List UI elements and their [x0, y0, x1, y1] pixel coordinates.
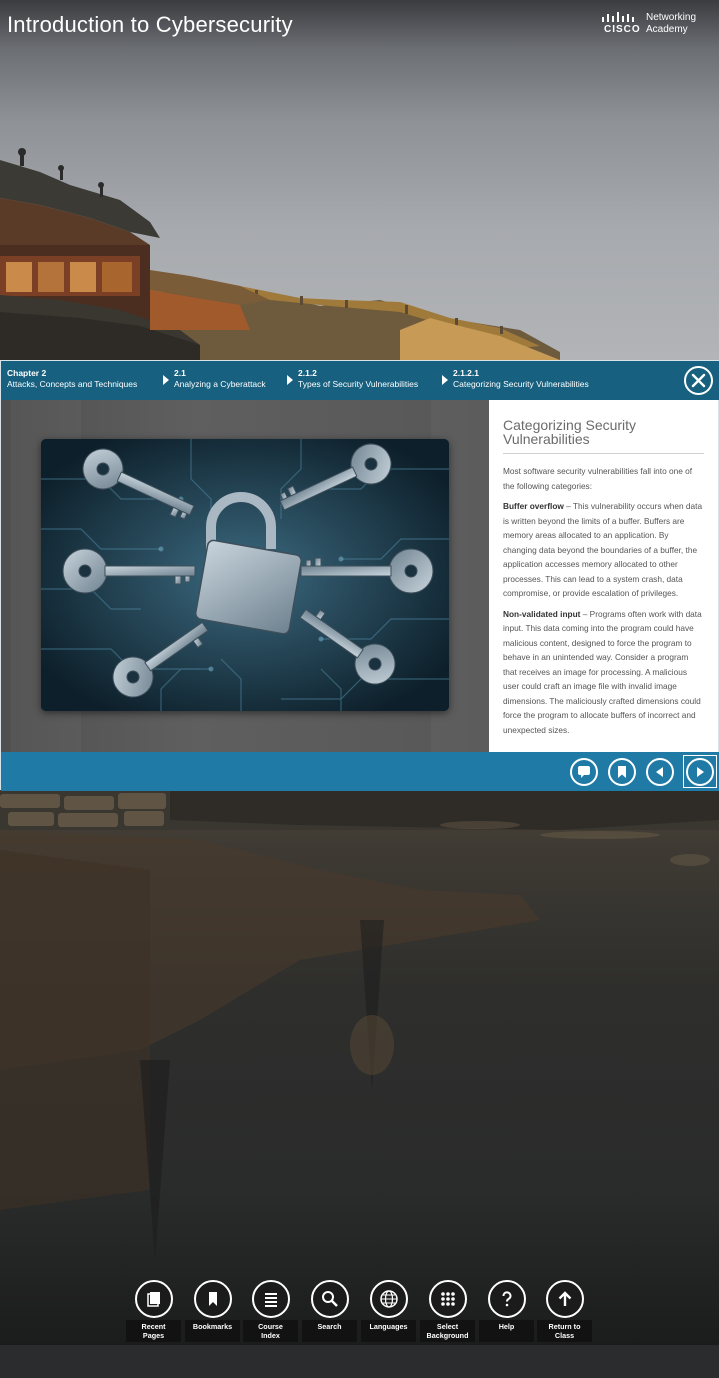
lesson-title: Categorizing Security Vulnerabilities — [503, 417, 637, 447]
comment-button[interactable] — [570, 758, 598, 786]
bookmark-icon — [618, 766, 626, 778]
breadcrumb-label: Analyzing a Cyberattack — [174, 379, 266, 389]
comment-icon — [578, 766, 590, 778]
next-page-button[interactable] — [686, 758, 714, 786]
course-toolbar: Recent Pages Bookmarks Course Index Sear… — [126, 1278, 596, 1342]
padlock-illustration — [41, 439, 449, 711]
breadcrumb-label: Categorizing Security Vulnerabilities — [453, 379, 589, 389]
academy-line-1: Networking — [646, 12, 697, 23]
breadcrumb-number: 2.1.2.1 — [453, 368, 479, 378]
lesson-viewer: Chapter 2 Attacks, Concepts and Techniqu… — [0, 360, 719, 791]
recent-pages-icon — [135, 1280, 173, 1318]
cisco-networking-academy-logo[interactable]: CISCO Networking Academy — [600, 11, 710, 39]
search-button[interactable]: Search — [302, 1278, 357, 1342]
cisco-wordmark: CISCO — [604, 24, 641, 35]
course-index-icon — [252, 1280, 290, 1318]
breadcrumb-label: Types of Security Vulnerabilities — [298, 379, 419, 389]
moat-reflection-scene — [0, 790, 719, 1260]
bookmark-button[interactable] — [608, 758, 636, 786]
lesson-item-term: Buffer overflow — [503, 501, 564, 511]
academy-line-2: Academy — [646, 24, 688, 35]
previous-page-button[interactable] — [646, 758, 674, 786]
course-title: Introduction to Cybersecurity — [7, 12, 293, 37]
media-pane — [1, 400, 489, 752]
footer-strip — [0, 1345, 719, 1378]
help-button[interactable]: Help — [479, 1278, 534, 1342]
tool-label: Return to Class — [537, 1320, 592, 1342]
breadcrumb: Chapter 2 Attacks, Concepts and Techniqu… — [1, 361, 719, 400]
breadcrumb-number: 2.1 — [174, 368, 186, 378]
breadcrumb-arrow-icon — [442, 375, 448, 385]
select-background-button[interactable]: Select Background — [420, 1278, 475, 1342]
background-bottom — [0, 790, 719, 1345]
previous-icon — [656, 767, 663, 777]
next-icon — [697, 767, 704, 777]
bookmarks-icon — [194, 1280, 232, 1318]
recent-pages-button[interactable]: Recent Pages — [126, 1278, 181, 1342]
tool-label: Languages — [361, 1320, 416, 1342]
lesson-item-text: – This vulnerability occurs when data is… — [503, 501, 703, 598]
tool-label: Help — [479, 1320, 534, 1342]
help-icon — [488, 1280, 526, 1318]
search-icon — [311, 1280, 349, 1318]
background-top: Introduction to Cybersecurity CISCO Netw… — [0, 0, 719, 360]
breadcrumb-label: Attacks, Concepts and Techniques — [7, 379, 138, 389]
cisco-bars-icon — [602, 12, 634, 22]
breadcrumb-page[interactable]: 2.1.2.1 Categorizing Security Vulnerabil… — [453, 368, 589, 390]
palace-scene — [0, 148, 560, 360]
breadcrumb-arrow-icon — [163, 375, 169, 385]
languages-icon — [370, 1280, 408, 1318]
tool-label: Search — [302, 1320, 357, 1342]
breadcrumb-chapter[interactable]: Chapter 2 Attacks, Concepts and Techniqu… — [7, 368, 137, 390]
breadcrumb-number: Chapter 2 — [7, 368, 47, 378]
breadcrumb-arrow-icon — [287, 375, 293, 385]
close-icon — [691, 373, 706, 388]
lesson-item-text: – Programs often work with data input. T… — [503, 608, 702, 735]
languages-button[interactable]: Languages — [361, 1278, 416, 1342]
academy-name: Networking Academy — [646, 12, 696, 36]
select-background-icon — [429, 1280, 467, 1318]
tool-label: Recent Pages — [126, 1320, 181, 1342]
return-to-class-icon — [546, 1280, 584, 1318]
lesson-item-buffer-overflow: Buffer overflow – This vulnerability occ… — [503, 499, 704, 601]
bookmarks-button[interactable]: Bookmarks — [185, 1278, 240, 1342]
tool-label: Select Background — [420, 1320, 475, 1342]
breadcrumb-number: 2.1.2 — [298, 368, 317, 378]
tool-label: Course Index — [243, 1320, 298, 1342]
padlock-keys-image — [41, 439, 449, 711]
course-index-button[interactable]: Course Index — [243, 1278, 298, 1342]
lesson-item-term: Non-validated input — [503, 608, 581, 619]
lesson-item-non-validated-input: Non-validated input – Programs often wor… — [503, 607, 704, 738]
breadcrumb-topic[interactable]: 2.1.2 Types of Security Vulnerabilities — [298, 368, 418, 390]
lesson-intro: Most software security vulnerabilities f… — [503, 466, 693, 491]
close-button[interactable] — [684, 366, 713, 395]
breadcrumb-section[interactable]: 2.1 Analyzing a Cyberattack — [174, 368, 266, 390]
lesson-text-pane: Categorizing Security Vulnerabilities Mo… — [489, 400, 718, 752]
lesson-nav-bar — [1, 752, 719, 791]
title-divider — [503, 453, 704, 454]
return-to-class-button[interactable]: Return to Class — [537, 1278, 592, 1342]
tool-label: Bookmarks — [185, 1320, 240, 1342]
